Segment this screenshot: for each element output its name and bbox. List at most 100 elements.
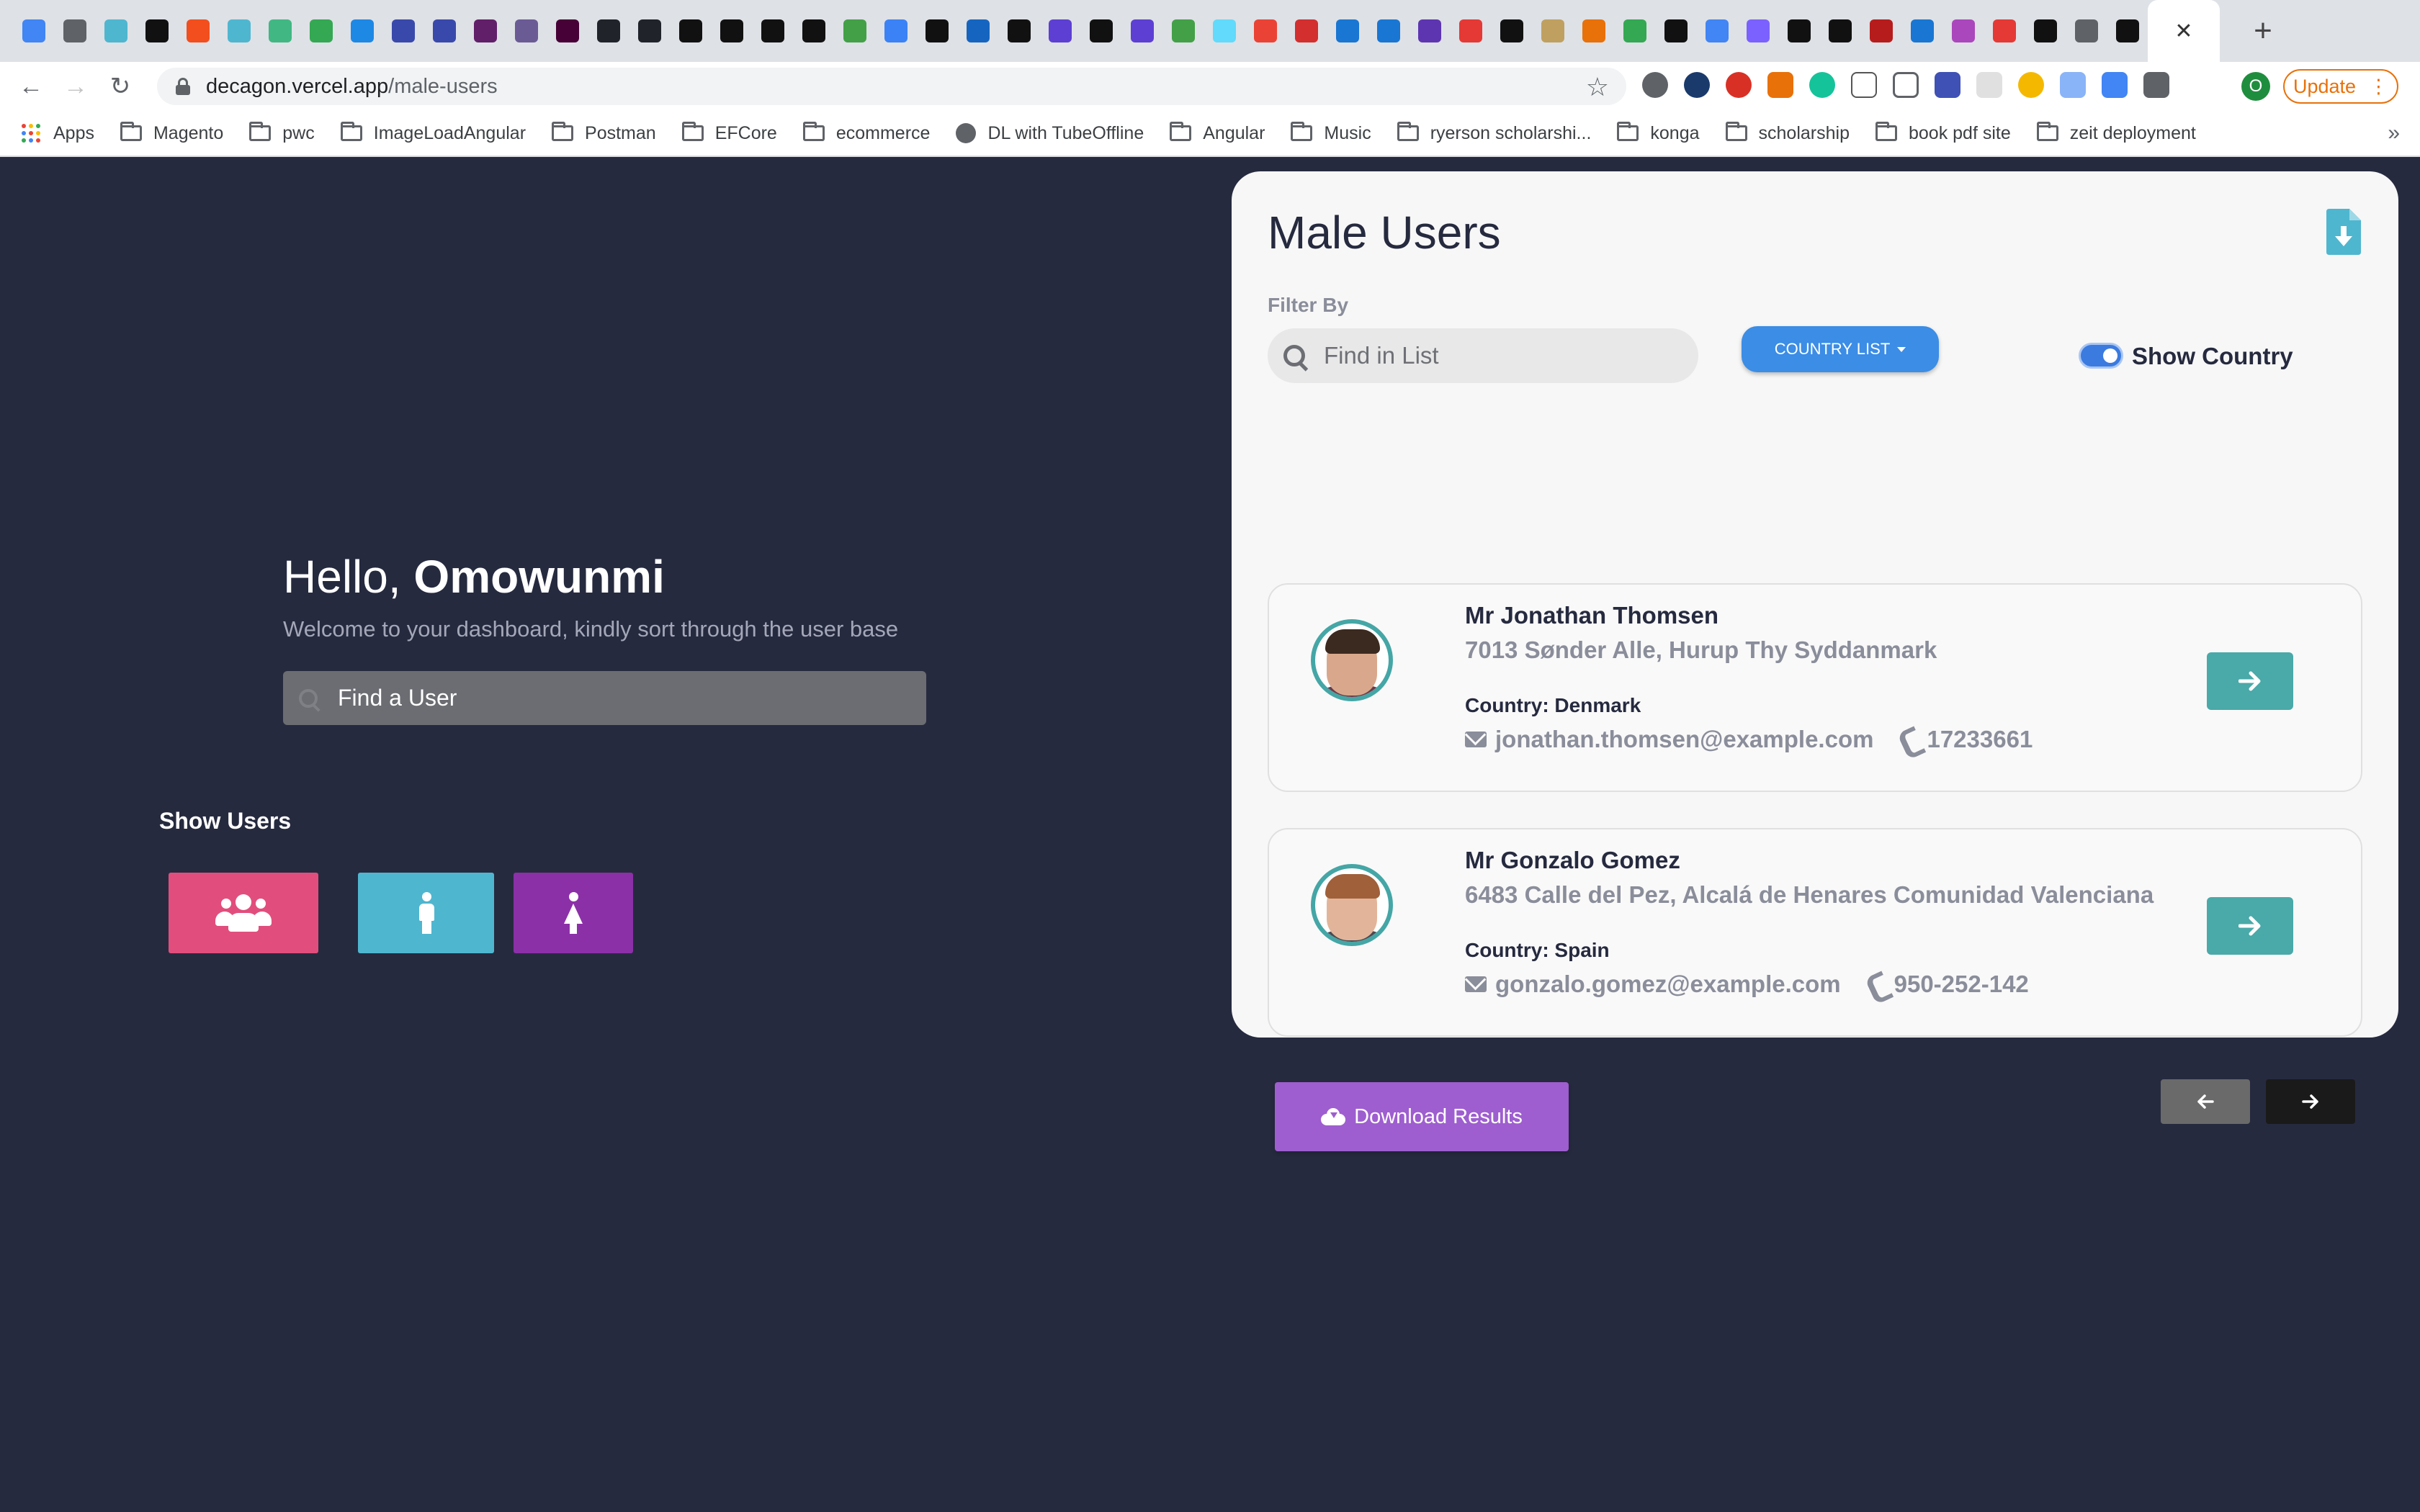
address-bar[interactable]: decagon.vercel.app/male-users ☆ (157, 68, 1626, 105)
bookmark-konga[interactable]: konga (1617, 122, 1700, 144)
extension-icon[interactable] (1642, 72, 1668, 98)
bookmark-zeit-deployment[interactable]: zeit deployment (2036, 122, 2196, 144)
browser-tab[interactable] (916, 0, 957, 62)
previous-page-button[interactable] (2161, 1079, 2250, 1124)
extension-icon[interactable] (1935, 72, 1960, 98)
browser-tab[interactable] (1121, 0, 1162, 62)
extension-icon[interactable] (2102, 72, 2128, 98)
extension-icon[interactable] (2060, 72, 2086, 98)
browser-tab[interactable] (1819, 0, 1860, 62)
browser-tab[interactable] (259, 0, 300, 62)
find-user-input[interactable]: Find a User (283, 671, 926, 725)
next-page-button[interactable] (2266, 1079, 2355, 1124)
browser-tab[interactable] (1286, 0, 1327, 62)
browser-tab[interactable] (670, 0, 711, 62)
bookmark-ryerson-scholarshi[interactable]: ryerson scholarshi... (1397, 122, 1591, 144)
find-in-list-field[interactable] (1268, 328, 1698, 383)
browser-tab[interactable] (1245, 0, 1286, 62)
browser-tab[interactable] (1327, 0, 1368, 62)
browser-tab[interactable] (424, 0, 465, 62)
bookmark-postman[interactable]: Postman (552, 122, 656, 144)
extension-icon[interactable] (1976, 72, 2002, 98)
browser-tab[interactable] (506, 0, 547, 62)
browser-tab[interactable] (1162, 0, 1204, 62)
bookmark-magento[interactable]: Magento (120, 122, 223, 144)
browser-tab[interactable] (998, 0, 1039, 62)
browser-tab[interactable] (1655, 0, 1696, 62)
browser-tab[interactable] (752, 0, 793, 62)
browser-tab[interactable] (1860, 0, 1901, 62)
browser-tab[interactable] (1778, 0, 1819, 62)
bookmark-book-pdf-site[interactable]: book pdf site (1875, 122, 2011, 144)
browser-tab[interactable] (1409, 0, 1450, 62)
browser-tab[interactable] (1901, 0, 1942, 62)
browser-tab[interactable] (1942, 0, 1984, 62)
view-user-button[interactable] (2207, 652, 2293, 710)
browser-tab[interactable] (1368, 0, 1409, 62)
new-tab-icon[interactable]: + (2241, 13, 2285, 49)
bookmark-imageloadangular[interactable]: ImageLoadAngular (340, 122, 526, 144)
browser-tab[interactable] (1039, 0, 1080, 62)
browser-tab[interactable] (13, 0, 54, 62)
browser-tab[interactable] (465, 0, 506, 62)
extension-icon[interactable] (1851, 72, 1877, 98)
browser-tab[interactable] (875, 0, 916, 62)
bookmark-ecommerce[interactable]: ecommerce (802, 122, 930, 144)
browser-tab[interactable] (1204, 0, 1245, 62)
find-in-list-input[interactable] (1324, 342, 1670, 369)
reload-button[interactable]: ↻ (98, 72, 143, 101)
female-users-button[interactable] (514, 873, 633, 953)
male-users-button[interactable] (358, 873, 494, 953)
browser-tab[interactable] (1614, 0, 1655, 62)
bookmark-efcore[interactable]: EFCore (681, 122, 777, 144)
browser-tab[interactable] (300, 0, 341, 62)
profile-avatar[interactable]: O (2241, 72, 2270, 101)
browser-tab[interactable] (629, 0, 670, 62)
browser-tab[interactable] (95, 0, 136, 62)
browser-tab[interactable] (1532, 0, 1573, 62)
browser-tab[interactable] (2025, 0, 2066, 62)
extension-icon[interactable] (1726, 72, 1752, 98)
bookmark-apps[interactable]: Apps (22, 123, 94, 144)
browser-tab[interactable] (2066, 0, 2107, 62)
browser-tab[interactable] (711, 0, 752, 62)
browser-tab[interactable] (1737, 0, 1778, 62)
bookmark-dl-with-tubeoffline[interactable]: DL with TubeOffline (956, 123, 1144, 144)
browser-tab[interactable] (957, 0, 998, 62)
browser-tab[interactable] (177, 0, 218, 62)
browser-tab[interactable] (341, 0, 382, 62)
close-tab-icon[interactable]: ✕ (2174, 19, 2192, 44)
download-results-button[interactable]: Download Results (1275, 1082, 1569, 1151)
browser-tab[interactable] (1573, 0, 1614, 62)
bookmark-pwc[interactable]: pwc (249, 122, 315, 144)
bookmarks-overflow-icon[interactable]: » (2388, 121, 2400, 145)
pocket-icon[interactable] (1893, 72, 1919, 98)
view-user-button[interactable] (2207, 897, 2293, 955)
update-button[interactable]: Update ⋮ (2283, 69, 2398, 104)
browser-tab[interactable] (1450, 0, 1491, 62)
browser-tab[interactable] (382, 0, 424, 62)
browser-tab[interactable] (218, 0, 259, 62)
browser-tab[interactable] (54, 0, 95, 62)
browser-tab[interactable] (793, 0, 834, 62)
bookmark-music[interactable]: Music (1291, 122, 1371, 144)
browser-tab[interactable] (2107, 0, 2148, 62)
bookmark-scholarship[interactable]: scholarship (1725, 122, 1850, 144)
back-button[interactable]: ← (9, 73, 53, 101)
bookmark-star-icon[interactable]: ☆ (1586, 72, 1609, 102)
browser-tab[interactable] (1696, 0, 1737, 62)
browser-tab[interactable] (547, 0, 588, 62)
country-list-dropdown[interactable]: COUNTRY LIST (1742, 326, 1939, 372)
show-country-toggle[interactable] (2079, 343, 2123, 369)
active-tab[interactable]: ✕ (2148, 0, 2220, 62)
browser-tab[interactable] (136, 0, 177, 62)
extension-icon[interactable] (1684, 72, 1710, 98)
browser-tab[interactable] (834, 0, 875, 62)
extension-icon[interactable] (1767, 72, 1793, 98)
browser-tab[interactable] (1080, 0, 1121, 62)
all-users-button[interactable] (169, 873, 318, 953)
extension-icon[interactable] (2018, 72, 2044, 98)
file-download-icon[interactable] (2326, 209, 2361, 255)
puzzle-icon[interactable] (2143, 72, 2169, 98)
bookmark-angular[interactable]: Angular (1170, 122, 1265, 144)
